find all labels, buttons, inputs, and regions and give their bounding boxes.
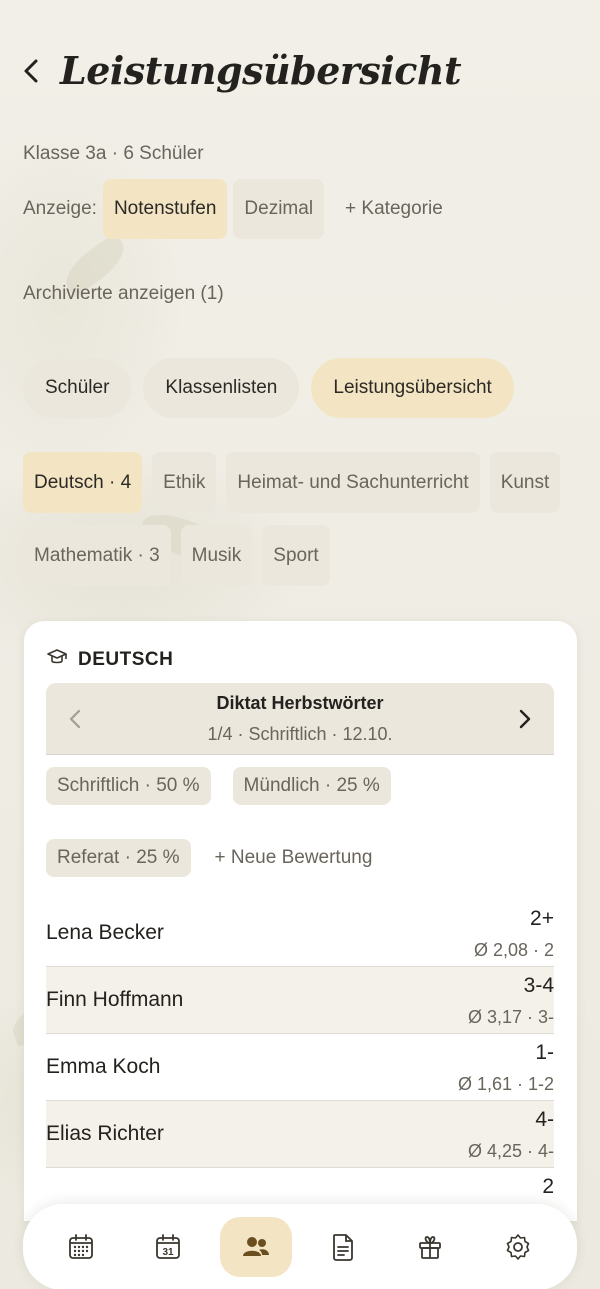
- student-grade: 2+: [530, 907, 554, 930]
- graduation-cap-icon: [46, 647, 68, 672]
- weight-chip-schriftlich[interactable]: Schriftlich · 50 %: [46, 767, 211, 805]
- weight-chip-muendlich[interactable]: Mündlich · 25 %: [232, 767, 391, 805]
- subject-kunst[interactable]: Kunst: [489, 452, 561, 513]
- subject-musik[interactable]: Musik: [180, 525, 253, 586]
- subject-filter: Deutsch · 4 Ethik Heimat- und Sachunterr…: [23, 452, 583, 586]
- main-tabs: Schüler Klassenlisten Leistungsübersicht: [23, 358, 514, 418]
- student-name: Elias Richter: [46, 1122, 164, 1145]
- subject-sport[interactable]: Sport: [262, 525, 330, 586]
- document-icon[interactable]: [307, 1217, 379, 1277]
- page-title-text: Leistungsübersicht: [60, 48, 462, 93]
- assessment-title: Diktat Herbstwörter: [216, 693, 384, 713]
- view-option-notenstufen[interactable]: Notenstufen: [102, 179, 228, 239]
- student-name: Finn Hoffmann: [46, 988, 184, 1011]
- calendar-date-icon[interactable]: 31: [132, 1217, 204, 1277]
- subject-mathematik[interactable]: Mathematik · 3: [23, 525, 171, 586]
- student-average: Ø 4,25 · 4-: [467, 1141, 554, 1161]
- student-row[interactable]: Finn Hoffmann 3-4 Ø 3,17 · 3-: [46, 967, 554, 1034]
- student-list: Lena Becker 2+ Ø 2,08 · 2 Finn Hoffmann …: [46, 900, 554, 1221]
- tab-leistungsuebersicht[interactable]: Leistungsübersicht: [311, 358, 514, 418]
- subject-card: DEUTSCH Diktat Herbstwörter 1/4 · Schrif…: [24, 621, 577, 1221]
- chevron-right-icon[interactable]: [512, 707, 536, 731]
- assessment-subtitle: 1/4 · Schriftlich · 12.10.: [207, 724, 393, 744]
- student-grade: 3-4: [523, 974, 554, 997]
- student-row[interactable]: Elias Richter 4- Ø 4,25 · 4-: [46, 1101, 554, 1168]
- card-title: DEUTSCH: [78, 648, 174, 670]
- student-average: Ø 3,17 · 3-: [467, 1007, 554, 1027]
- student-average: Ø 2,08 · 2: [473, 940, 554, 960]
- page-title: Leistungsübersicht: [52, 48, 462, 102]
- card-header: DEUTSCH: [46, 647, 173, 672]
- new-evaluation-button[interactable]: + Neue Bewertung: [213, 847, 373, 869]
- add-category-button[interactable]: + Kategorie: [330, 179, 458, 239]
- weight-chip-referat[interactable]: Referat · 25 %: [46, 839, 191, 877]
- weight-chips: Schriftlich · 50 % Mündlich · 25 % Refer…: [46, 767, 556, 877]
- student-row[interactable]: Lena Becker 2+ Ø 2,08 · 2: [46, 900, 554, 967]
- subject-hsu[interactable]: Heimat- und Sachunterricht: [226, 452, 480, 513]
- settings-icon[interactable]: [482, 1217, 554, 1277]
- student-grade: 4-: [535, 1108, 554, 1131]
- gift-icon[interactable]: [394, 1217, 466, 1277]
- subject-deutsch[interactable]: Deutsch · 4: [23, 452, 143, 513]
- student-grade: 2: [542, 1175, 554, 1198]
- tab-schueler[interactable]: Schüler: [23, 358, 132, 418]
- assessment-navigator: Diktat Herbstwörter 1/4 · Schriftlich · …: [46, 683, 554, 755]
- show-archived-link[interactable]: Archivierte anzeigen (1): [23, 283, 224, 305]
- student-average: Ø 1,61 · 1-2: [457, 1074, 554, 1094]
- student-name: Emma Koch: [46, 1055, 161, 1078]
- users-icon[interactable]: [220, 1217, 292, 1277]
- calendar-date-number: 31: [162, 1247, 174, 1258]
- student-row[interactable]: Emma Koch 1- Ø 1,61 · 1-2: [46, 1034, 554, 1101]
- tab-klassenlisten[interactable]: Klassenlisten: [143, 358, 300, 418]
- bottom-navigation: 31: [23, 1204, 577, 1289]
- view-option-dezimal[interactable]: Dezimal: [233, 179, 325, 239]
- calendar-grid-icon[interactable]: [45, 1217, 117, 1277]
- page-header: Leistungsübersicht: [22, 48, 462, 102]
- student-name: Lena Becker: [46, 921, 164, 944]
- back-icon[interactable]: [22, 56, 46, 86]
- display-label: Anzeige:: [23, 198, 97, 219]
- student-grade: 1-: [535, 1041, 554, 1064]
- subject-ethik[interactable]: Ethik: [152, 452, 217, 513]
- class-info: Klasse 3a · 6 Schüler: [23, 143, 204, 164]
- display-mode-row: Anzeige: Notenstufen Dezimal + Kategorie: [23, 179, 464, 239]
